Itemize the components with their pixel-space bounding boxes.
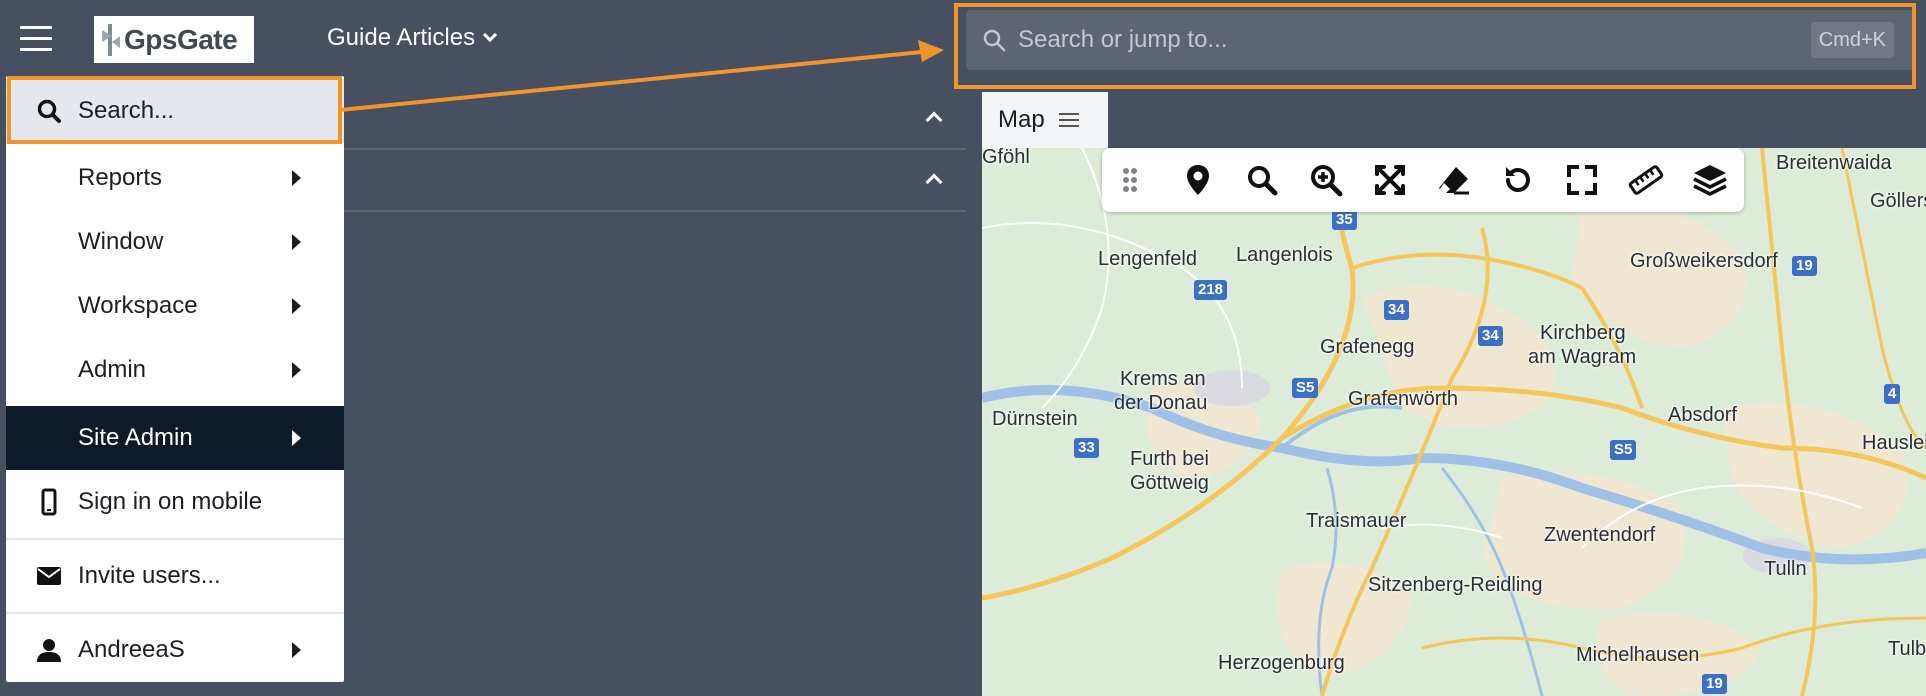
place-label: am Wagram [1528,346,1637,368]
highlight-box-menu-search [7,76,342,144]
menu-item-user-account[interactable]: AndreeaS [6,618,344,682]
caret-right-icon [292,642,301,658]
envelope-icon [37,567,61,585]
highlight-box-global-search [954,3,1916,89]
map-pin-icon[interactable] [1180,162,1216,198]
menu-item-window[interactable]: Window [6,210,344,274]
search-icon[interactable] [1244,162,1280,198]
caret-right-icon [292,234,301,250]
section-divider [340,210,966,212]
ruler-icon[interactable] [1628,162,1664,198]
menu-divider [6,612,344,614]
road-shield: 33 [1074,438,1099,458]
place-label: Lengenfeld [1098,248,1197,270]
road-shield: 218 [1194,280,1228,300]
place-label: Langenlois [1236,244,1333,266]
menu-item-label: Admin [78,356,147,383]
zoom-in-icon[interactable] [1308,162,1344,198]
map-view[interactable]: Gföhl Lengenfeld Langenlois Breitenwaida… [982,148,1926,696]
map-toolbar [1102,148,1744,212]
caret-right-icon [292,362,301,378]
place-label: Tulb [1888,638,1926,660]
caret-right-icon [292,430,301,446]
breadcrumb-label: Guide Articles [327,24,476,51]
place-label: Krems an [1120,368,1206,390]
menu-item-label: Window [78,228,164,255]
menu-item-site-admin[interactable]: Site Admin [6,406,344,470]
reset-icon[interactable] [1500,162,1536,198]
road-shield: 19 [1702,674,1727,694]
gpsgate-logo[interactable]: GpsGate [94,16,254,63]
place-label: Furth bei [1130,448,1209,470]
place-label: Großweikersdorf [1630,250,1778,272]
menu-item-label: Reports [78,164,163,191]
place-label: Zwentendorf [1544,524,1656,546]
road-shield: S5 [1292,378,1319,398]
road-shield: 4 [1884,384,1901,404]
main-menu-dropdown: Search... Reports Window Workspace Admin… [6,76,344,682]
tab-map[interactable]: Map [982,92,1108,148]
layers-icon[interactable] [1692,162,1728,198]
place-label: Michelhausen [1576,644,1700,666]
map-tab-label: Map [998,106,1045,133]
place-label: Dürnstein [992,408,1078,430]
user-icon [37,639,61,662]
place-label: Gföhl [982,148,1030,168]
place-label: Grafenwörth [1348,388,1459,410]
road-shield: 19 [1792,256,1817,276]
logo-mark-icon [100,22,122,58]
place-label: Herzogenburg [1218,652,1345,674]
map-canvas [982,148,1926,696]
place-label: Grafenegg [1320,336,1415,358]
road-shield: 35 [1332,210,1357,230]
place-label: Tulln [1764,558,1807,580]
menu-item-reports[interactable]: Reports [6,146,344,210]
place-label: Breitenwaida [1776,152,1892,174]
section-divider [340,148,966,150]
collapse-section-2-icon[interactable] [925,173,943,191]
road-shield: 34 [1478,326,1503,346]
eraser-icon[interactable] [1436,162,1472,198]
caret-right-icon [292,170,301,186]
place-label: Kirchberg [1540,322,1626,344]
breadcrumb-guide-articles[interactable]: Guide Articles [327,24,498,52]
menu-item-label: Sign in on mobile [78,488,263,515]
menu-item-admin[interactable]: Admin [6,338,344,402]
menu-item-sign-in-mobile[interactable]: Sign in on mobile [6,470,344,534]
menu-item-invite-users[interactable]: Invite users... [6,544,344,608]
menu-item-label: Site Admin [78,424,193,451]
menu-item-label: Workspace [78,292,198,319]
road-shield: S5 [1610,440,1637,460]
mobile-icon [41,488,57,516]
place-label: Traismauer [1306,510,1407,532]
place-label: Göllers [1870,190,1926,212]
menu-divider [6,538,344,540]
menu-item-workspace[interactable]: Workspace [6,274,344,338]
fit-extent-icon[interactable] [1372,162,1408,198]
menu-item-label: AndreeaS [78,636,185,663]
place-label: Göttweig [1130,472,1209,494]
place-label: Absdorf [1668,404,1737,426]
place-label: Hausleit [1862,432,1926,454]
drag-handle-icon[interactable] [1112,162,1148,198]
hamburger-menu-icon[interactable] [20,26,52,54]
chevron-down-icon [483,27,498,43]
menu-item-label: Invite users... [78,562,221,589]
logo-text: GpsGate [124,23,238,55]
menu-lines-icon[interactable] [1058,109,1079,131]
caret-right-icon [292,298,301,314]
road-shield: 34 [1384,300,1409,320]
place-label: Sitzenberg-Reidling [1368,574,1543,596]
collapse-section-1-icon[interactable] [925,111,943,129]
place-label: der Donau [1114,392,1208,414]
fullscreen-icon[interactable] [1564,162,1600,198]
